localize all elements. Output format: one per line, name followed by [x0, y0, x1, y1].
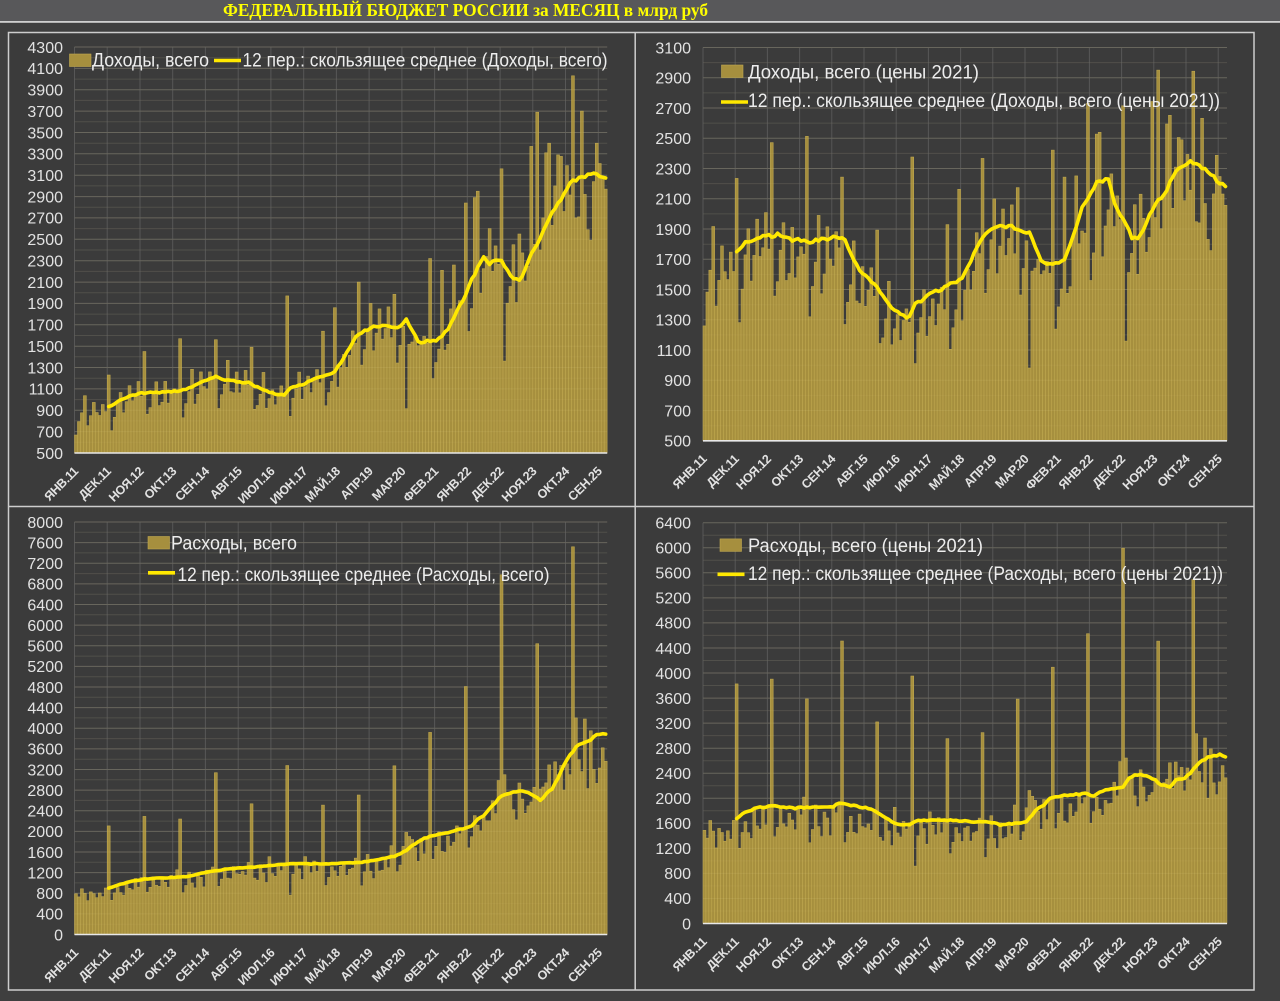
svg-text:4300: 4300 [27, 40, 63, 57]
svg-text:Доходы, всего: Доходы, всего [92, 51, 209, 72]
svg-text:3200: 3200 [655, 716, 691, 733]
svg-text:1300: 1300 [655, 313, 691, 330]
svg-text:500: 500 [36, 446, 63, 463]
svg-text:2000: 2000 [27, 824, 63, 841]
svg-text:2500: 2500 [27, 232, 63, 249]
svg-text:2300: 2300 [27, 254, 63, 271]
svg-text:800: 800 [36, 886, 63, 903]
svg-text:1500: 1500 [655, 282, 691, 299]
svg-text:ФЕДЕРАЛЬНЫЙ БЮДЖЕТ РОССИИ за М: ФЕДЕРАЛЬНЫЙ БЮДЖЕТ РОССИИ за МЕСЯЦ в млр… [223, 0, 708, 20]
svg-text:1900: 1900 [27, 296, 63, 313]
svg-text:4100: 4100 [27, 61, 63, 78]
svg-text:2700: 2700 [27, 211, 63, 228]
svg-text:1600: 1600 [655, 816, 691, 833]
svg-text:2400: 2400 [655, 766, 691, 783]
svg-text:0: 0 [682, 916, 691, 933]
svg-text:500: 500 [664, 434, 691, 451]
svg-text:2300: 2300 [655, 161, 691, 178]
svg-text:400: 400 [36, 907, 63, 924]
svg-text:6000: 6000 [27, 618, 63, 635]
svg-text:1100: 1100 [657, 343, 692, 360]
svg-text:800: 800 [664, 866, 691, 883]
svg-text:2100: 2100 [655, 192, 691, 209]
svg-text:1600: 1600 [27, 845, 63, 862]
svg-text:5600: 5600 [655, 566, 691, 583]
svg-text:3700: 3700 [27, 104, 63, 121]
svg-text:3300: 3300 [27, 147, 63, 164]
svg-text:12 пер.: скользящее среднее (Р: 12 пер.: скользящее среднее (Расходы, вс… [178, 565, 550, 586]
svg-text:5600: 5600 [27, 639, 63, 656]
svg-text:1700: 1700 [655, 252, 691, 269]
svg-text:4800: 4800 [655, 616, 691, 633]
svg-text:4000: 4000 [27, 721, 63, 738]
svg-text:6800: 6800 [27, 577, 63, 594]
svg-text:2800: 2800 [655, 741, 691, 758]
svg-text:900: 900 [664, 373, 691, 390]
svg-text:1200: 1200 [27, 865, 63, 882]
svg-text:Расходы, всего: Расходы, всего [171, 534, 297, 555]
svg-text:1500: 1500 [27, 339, 63, 356]
svg-text:2800: 2800 [27, 783, 63, 800]
svg-text:3100: 3100 [655, 40, 691, 57]
svg-text:4800: 4800 [27, 680, 63, 697]
svg-text:700: 700 [664, 403, 691, 420]
svg-text:1100: 1100 [29, 382, 64, 399]
svg-text:Доходы, всего (цены 2021): Доходы, всего (цены 2021) [748, 63, 979, 84]
svg-text:1200: 1200 [655, 841, 691, 858]
svg-text:2500: 2500 [655, 131, 691, 148]
svg-text:1700: 1700 [27, 318, 63, 335]
svg-text:6400: 6400 [655, 516, 691, 533]
svg-text:2100: 2100 [27, 275, 63, 292]
svg-text:8000: 8000 [27, 515, 63, 532]
svg-text:4000: 4000 [655, 666, 691, 683]
svg-text:2400: 2400 [27, 804, 63, 821]
svg-text:7200: 7200 [27, 556, 63, 573]
svg-text:3500: 3500 [27, 125, 63, 142]
svg-text:6400: 6400 [27, 597, 63, 614]
svg-text:4400: 4400 [655, 641, 691, 658]
svg-text:0: 0 [54, 927, 63, 944]
svg-text:6000: 6000 [655, 541, 691, 558]
svg-text:5200: 5200 [27, 659, 63, 676]
svg-text:5200: 5200 [655, 591, 691, 608]
svg-text:700: 700 [36, 424, 63, 441]
svg-text:12 пер.: скользящее среднее (Д: 12 пер.: скользящее среднее (Доходы, все… [243, 51, 608, 72]
svg-text:2900: 2900 [27, 189, 63, 206]
svg-text:3200: 3200 [27, 762, 63, 779]
svg-text:2700: 2700 [655, 101, 691, 118]
svg-text:Расходы, всего (цены 2021): Расходы, всего (цены 2021) [748, 536, 983, 557]
svg-text:400: 400 [664, 891, 691, 908]
svg-text:1300: 1300 [27, 360, 63, 377]
svg-text:12 пер.: скользящее среднее (Р: 12 пер.: скользящее среднее (Расходы, вс… [748, 564, 1223, 585]
svg-text:3900: 3900 [27, 83, 63, 100]
svg-text:12 пер.: скользящее среднее (Д: 12 пер.: скользящее среднее (Доходы, все… [748, 91, 1220, 112]
svg-text:3100: 3100 [27, 168, 63, 185]
svg-text:7600: 7600 [27, 535, 63, 552]
svg-text:4400: 4400 [27, 700, 63, 717]
svg-text:900: 900 [36, 403, 63, 420]
svg-text:3600: 3600 [655, 691, 691, 708]
svg-text:2900: 2900 [655, 71, 691, 88]
svg-text:2000: 2000 [655, 791, 691, 808]
svg-text:3600: 3600 [27, 742, 63, 759]
svg-text:1900: 1900 [655, 222, 691, 239]
